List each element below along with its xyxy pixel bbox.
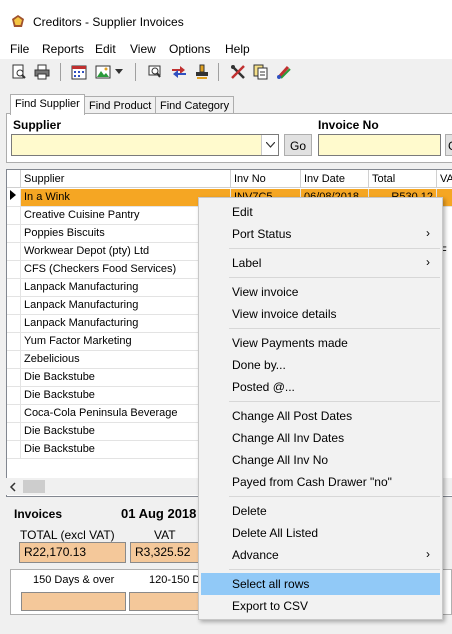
col-vat[interactable]: VA	[437, 170, 452, 188]
menu-options[interactable]: Options	[169, 42, 210, 56]
aging-150-label: 150 Days & over	[33, 574, 115, 586]
menu-item-edit[interactable]: Edit	[201, 201, 440, 223]
menu-item-done-by[interactable]: Done by...	[201, 354, 440, 376]
menu-item-view-payments[interactable]: View Payments made	[201, 332, 440, 354]
menu-item-change-post-dates[interactable]: Change All Post Dates	[201, 405, 440, 427]
image-icon[interactable]	[93, 62, 113, 82]
app-icon	[11, 14, 25, 28]
menu-item-delete-all-listed[interactable]: Delete All Listed	[201, 522, 440, 544]
go2-button[interactable]: G	[445, 134, 452, 156]
tab-find-product[interactable]: Find Product	[84, 96, 157, 113]
submenu-arrow-icon: ›	[426, 255, 430, 269]
find-icon[interactable]	[145, 62, 165, 82]
menu-view[interactable]: View	[130, 42, 156, 56]
tools-icon[interactable]	[228, 62, 248, 82]
context-menu: Edit Port Status › Label › View invoice Vi…	[198, 197, 443, 620]
tab-find-category[interactable]: Find Category	[155, 96, 235, 113]
search-panel: Supplier Go Invoice No G	[6, 113, 452, 163]
supplier-label: Supplier	[13, 118, 62, 132]
aging-120-label: 120-150 D	[149, 574, 201, 586]
supplier-combobox[interactable]	[11, 134, 279, 156]
col-inv-date[interactable]: Inv Date	[301, 170, 369, 188]
row-pointer-icon	[7, 189, 21, 207]
go-button[interactable]: Go	[284, 134, 312, 156]
menu-help[interactable]: Help	[225, 42, 250, 56]
aging-150-value	[21, 592, 126, 611]
menu-item-delete[interactable]: Delete	[201, 500, 440, 522]
transfer-icon[interactable]	[169, 62, 189, 82]
menu-item-select-all-rows[interactable]: Select all rows	[201, 573, 440, 595]
vat-label: VAT	[154, 528, 176, 542]
menu-item-change-inv-no[interactable]: Change All Inv No	[201, 449, 440, 471]
menu-item-payed-from-cash-drawer[interactable]: Payed from Cash Drawer "no"	[201, 471, 440, 493]
menu-edit[interactable]: Edit	[95, 42, 116, 56]
total-value: R22,170.13	[19, 542, 126, 563]
title-bar: Creditors - Supplier Invoices	[0, 0, 452, 40]
row-header-corner	[7, 170, 21, 188]
menu-item-port-status[interactable]: Port Status ›	[201, 223, 440, 245]
submenu-arrow-icon: ›	[426, 547, 430, 561]
col-supplier[interactable]: Supplier	[21, 170, 231, 188]
menu-item-view-invoice[interactable]: View invoice	[201, 281, 440, 303]
menu-reports[interactable]: Reports	[42, 42, 84, 56]
menu-item-export-csv[interactable]: Export to CSV	[201, 595, 440, 617]
print-icon[interactable]	[32, 62, 52, 82]
scroll-thumb[interactable]	[23, 480, 45, 493]
submenu-arrow-icon: ›	[426, 226, 430, 240]
scroll-left-icon[interactable]	[9, 481, 19, 492]
invoice-no-label: Invoice No	[318, 118, 379, 132]
menu-item-change-inv-dates[interactable]: Change All Inv Dates	[201, 427, 440, 449]
window-title: Creditors - Supplier Invoices	[33, 15, 184, 29]
stamp-icon[interactable]	[192, 62, 212, 82]
invoices-label: Invoices	[14, 507, 63, 521]
paint-icon[interactable]	[274, 62, 294, 82]
col-total[interactable]: Total	[369, 170, 437, 188]
menu-item-label[interactable]: Label ›	[201, 252, 440, 274]
summary-date: 01 Aug 2018	[121, 506, 197, 521]
aging-120-value	[129, 592, 204, 611]
menu-item-view-invoice-details[interactable]: View invoice details	[201, 303, 440, 325]
toolbar	[0, 59, 452, 87]
tab-find-supplier[interactable]: Find Supplier	[10, 94, 85, 115]
calendar-icon[interactable]	[69, 62, 89, 82]
chevron-down-icon[interactable]	[261, 135, 278, 155]
col-inv-no[interactable]: Inv No	[231, 170, 301, 188]
image-dropdown-icon[interactable]	[113, 62, 125, 82]
menu-bar: File Reports Edit View Options Help	[0, 40, 452, 59]
menu-item-advance[interactable]: Advance ›	[201, 544, 440, 566]
menu-item-posted-at[interactable]: Posted @...	[201, 376, 440, 398]
documents-icon[interactable]	[251, 62, 271, 82]
total-label: TOTAL (excl VAT)	[20, 528, 115, 542]
invoice-no-input[interactable]	[318, 134, 441, 156]
menu-file[interactable]: File	[10, 42, 29, 56]
vat-value: R3,325.52	[130, 542, 202, 563]
print-preview-icon[interactable]	[9, 62, 29, 82]
